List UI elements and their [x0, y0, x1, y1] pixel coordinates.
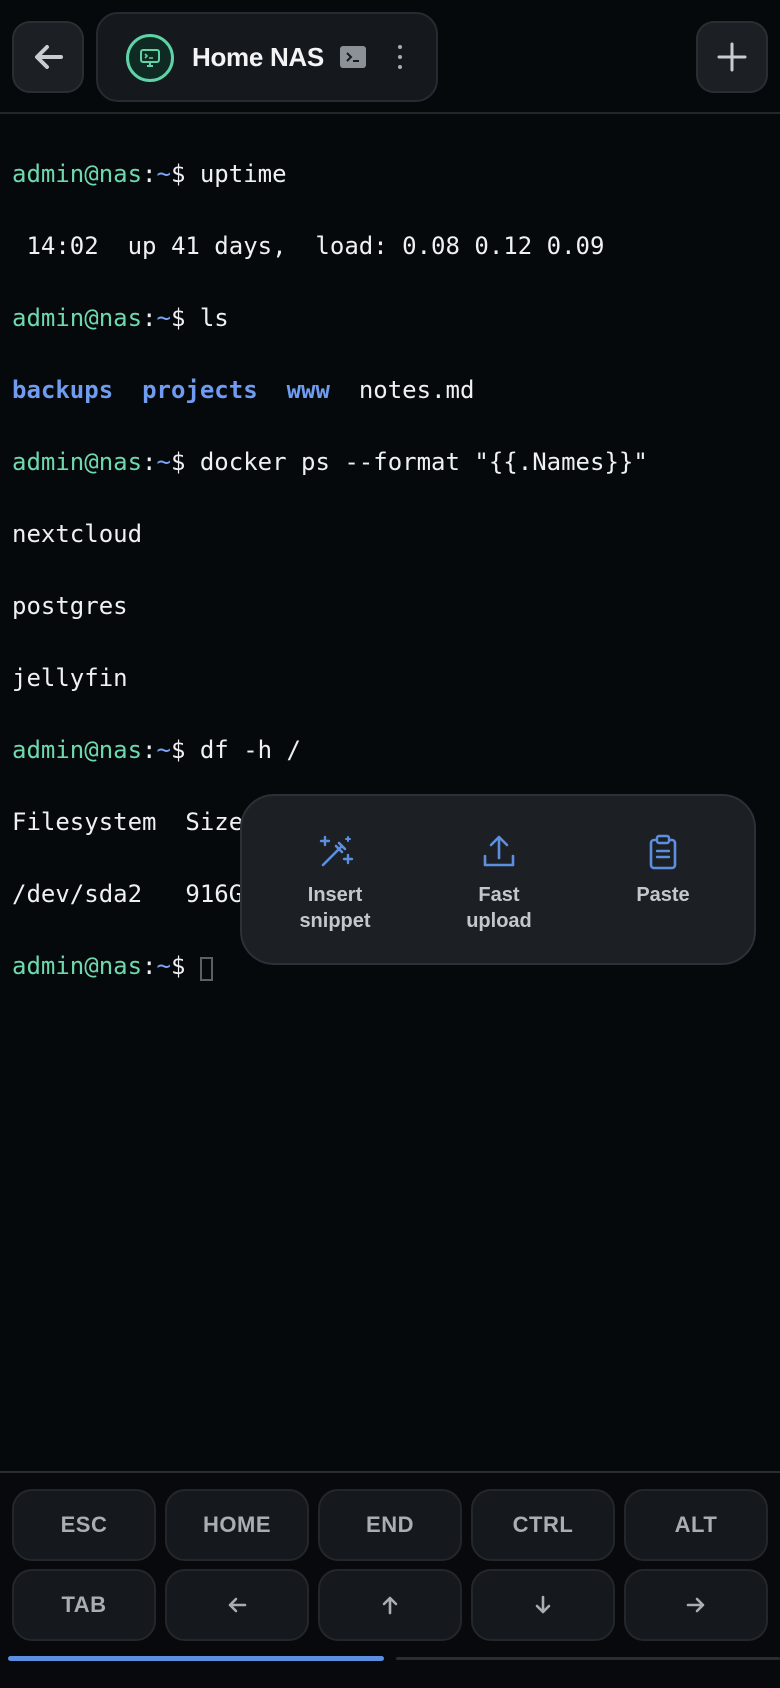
arrow-down-icon [535, 1595, 551, 1614]
terminal-output-line: postgres [12, 592, 128, 620]
terminal-command: ls [199, 304, 229, 332]
page-indicator-track [396, 1657, 780, 1660]
terminal-prompt-line: admin@nas:~$ docker ps --format "{{.Name… [12, 448, 648, 476]
terminal-output-line: jellyfin [12, 664, 128, 692]
arrow-down-key[interactable] [471, 1569, 615, 1641]
dir-entry: www [286, 376, 330, 404]
arrow-left-icon [228, 1597, 247, 1613]
upload-icon [483, 835, 515, 867]
terminal-icon [340, 46, 366, 68]
arrow-right-key[interactable] [624, 1569, 768, 1641]
insert-snippet-button[interactable]: Insert snippet [260, 832, 410, 934]
paste-button[interactable]: Paste [588, 832, 738, 908]
terminal-prompt-line: admin@nas:~$ uptime [12, 160, 287, 188]
terminal-prompt-line: admin@nas:~$ ls [12, 304, 229, 332]
session-title: Home NAS [192, 42, 324, 72]
terminal-command: df -h / [199, 736, 302, 764]
arrow-up-key[interactable] [318, 1569, 462, 1641]
magic-wand-icon [319, 835, 354, 867]
arrow-left-key[interactable] [165, 1569, 309, 1641]
clipboard-icon [649, 834, 677, 870]
action-popup: Insert snippet Fast upload Paste [240, 794, 756, 965]
more-vertical-icon[interactable] [392, 41, 408, 73]
session-tab[interactable]: Home NAS [96, 12, 438, 102]
paste-label: Paste [636, 884, 690, 906]
dir-entry: projects [142, 376, 258, 404]
esc-key[interactable]: ESC [12, 1489, 156, 1561]
terminal-command: docker ps --format "{{.Names}}" [199, 448, 648, 476]
add-session-button[interactable] [696, 21, 768, 93]
dir-entry: backups [12, 376, 114, 404]
terminal-output-line: backups projects www notes.md [12, 378, 772, 402]
ctrl-key[interactable]: CTRL [471, 1489, 615, 1561]
terminal-output-line: 14:02 up 41 days, load: 0.08 0.12 0.09 [12, 232, 605, 260]
top-bar: Home NAS [0, 0, 780, 114]
insert-snippet-label: Insert snippet [299, 884, 371, 932]
arrow-right-icon [686, 1597, 705, 1613]
terminal-cursor [199, 957, 213, 981]
terminal-output-line: nextcloud [12, 520, 143, 548]
plus-icon [717, 42, 747, 72]
terminal-command: uptime [199, 160, 287, 188]
arrow-left-icon [35, 45, 63, 69]
file-entry: notes.md [358, 376, 475, 404]
monitor-terminal-icon [126, 34, 174, 82]
terminal-prompt-line: admin@nas:~$ df -h / [12, 736, 302, 764]
end-key[interactable]: END [318, 1489, 462, 1561]
back-button[interactable] [12, 21, 84, 93]
page-indicator-active [8, 1656, 384, 1661]
fast-upload-label: Fast upload [466, 884, 532, 932]
home-key[interactable]: HOME [165, 1489, 309, 1561]
fast-upload-button[interactable]: Fast upload [424, 832, 574, 934]
tab-key[interactable]: TAB [12, 1569, 156, 1641]
arrow-up-icon [382, 1596, 398, 1615]
alt-key[interactable]: ALT [624, 1489, 768, 1561]
